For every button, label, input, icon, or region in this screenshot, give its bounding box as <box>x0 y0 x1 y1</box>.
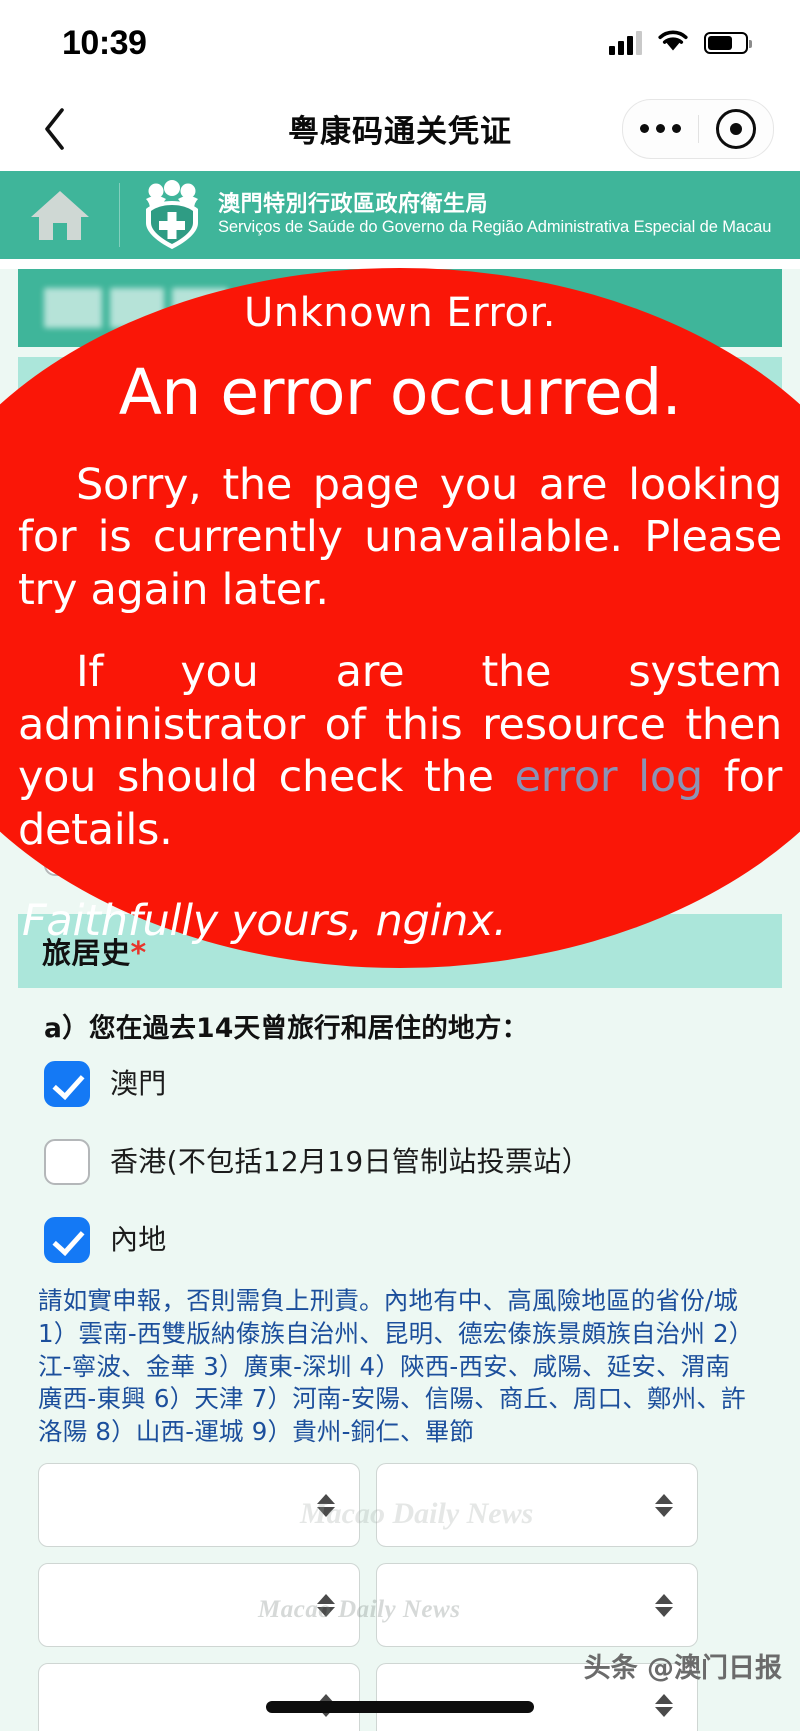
home-indicator[interactable] <box>266 1701 534 1713</box>
travel-question-wrap: a）您在過去14天曾旅行和居住的地方： <box>0 988 800 1045</box>
location-select-5[interactable] <box>38 1663 360 1731</box>
checkbox[interactable] <box>44 1217 90 1263</box>
location-select-6[interactable] <box>376 1663 698 1731</box>
contact-question: b) 您在過去14天曾接觸新型冠狀病毒肺炎確診病人？ <box>42 691 677 721</box>
target-circle-icon[interactable] <box>699 108 774 149</box>
wechat-capsule <box>622 98 774 159</box>
org-header: 澳門特別行政區政府衛生局 Serviços de Saúde do Govern… <box>0 171 800 259</box>
checkbox[interactable] <box>44 1139 90 1185</box>
location-select-1[interactable] <box>38 1463 360 1548</box>
travel-option-hongkong[interactable]: 香港(不包括12月19日管制站投票站） <box>0 1123 800 1201</box>
checkbox[interactable] <box>44 1061 90 1107</box>
chevron-updown-icon <box>655 1493 673 1517</box>
location-select-4[interactable] <box>376 1563 698 1648</box>
symptom-question: 您今天是否出現以下症狀? <box>42 377 384 411</box>
org-name: 澳門特別行政區政府衛生局 Serviços de Saúde do Govern… <box>218 193 771 236</box>
contact-option-yes[interactable]: 是 <box>0 736 800 814</box>
symptom-option-label: 發燒 <box>110 451 163 481</box>
checkbox[interactable] <box>44 521 90 567</box>
contact-option-no[interactable]: 否 <box>0 814 800 892</box>
location-select-3[interactable] <box>38 1563 360 1648</box>
travel-option-label: 香港(不包括12月19日管制站投票站） <box>110 1145 590 1178</box>
symptom-option-fever[interactable]: 發燒 <box>0 427 800 505</box>
checkbox[interactable] <box>44 830 90 876</box>
contact-option-label: 是 <box>110 758 139 791</box>
notice-line: 洛陽 8）山西-運城 9）貴州-銅仁、畢節 <box>38 1417 475 1447</box>
travel-history-band: 旅居史* <box>18 914 782 988</box>
contact-question-band: b) 您在過去14天曾接觸新型冠狀病毒肺炎確診病人？ <box>18 671 782 736</box>
org-name-zh: 澳門特別行政區政府衛生局 <box>218 192 489 218</box>
contact-option-label: 否 <box>110 836 139 869</box>
notice-line: 1）雲南-西雙版納傣族自治州、昆明、德宏傣族景頗族自治州 2） <box>38 1318 754 1348</box>
status-icons <box>609 28 752 58</box>
home-icon <box>31 191 89 240</box>
status-bar: 10:39 <box>0 0 800 86</box>
chevron-updown-icon <box>655 1693 673 1717</box>
travel-question: a）您在過去14天曾旅行和居住的地方： <box>44 1013 529 1044</box>
battery-icon <box>704 32 752 54</box>
checkbox[interactable] <box>44 443 90 489</box>
travel-option-macau[interactable]: 澳門 <box>0 1045 800 1123</box>
travel-history-title-text: 旅居史 <box>42 936 131 970</box>
home-button[interactable] <box>0 171 120 259</box>
location-select-grid <box>0 1449 800 1731</box>
chevron-updown-icon <box>317 1593 335 1617</box>
checkbox[interactable] <box>44 599 90 645</box>
travel-option-mainland[interactable]: 內地 <box>0 1201 800 1279</box>
chevron-updown-icon <box>317 1493 335 1517</box>
org-name-pt: Serviços de Saúde do Governo da Região A… <box>218 218 772 237</box>
risk-area-notice: 請如實申報，否則需負上刑責。內地有中、高風險地區的省份/城 1）雲南-西雙版納傣… <box>0 1279 800 1449</box>
notice-line: 江-寧波、金華 3）廣東-深圳 4）陝西-西安、咸陽、延安、渭南 <box>38 1351 731 1381</box>
symptom-option-none[interactable]: 沒有以上症狀 <box>0 583 800 661</box>
health-services-shield-icon <box>140 179 204 251</box>
symptom-option-label: 咳嗽、流鼻水、咽喉痛、呼吸困難或其他呼吸道症狀 <box>110 529 715 559</box>
checkbox[interactable] <box>44 752 90 798</box>
travel-history-title: 旅居史* <box>42 930 758 972</box>
nav-bar: 粤康码通关凭证 <box>0 86 800 171</box>
required-asterisk: * <box>130 936 147 971</box>
cellular-signal-icon <box>609 31 642 55</box>
travel-option-label: 澳門 <box>110 1067 167 1100</box>
location-select-2[interactable] <box>376 1463 698 1548</box>
symptom-option-respiratory[interactable]: 咳嗽、流鼻水、咽喉痛、呼吸困難或其他呼吸道症狀 <box>0 505 800 583</box>
chevron-updown-icon <box>655 1593 673 1617</box>
more-dots-icon[interactable] <box>623 124 698 133</box>
travel-option-label: 內地 <box>110 1223 167 1256</box>
symptom-question-band: 您今天是否出現以下症狀? <box>18 357 782 427</box>
back-button[interactable] <box>28 107 82 151</box>
phone-screen: 10:39 粤康码通关凭证 澳門特別行政區政府衛生局 Serviços de S… <box>0 0 800 1731</box>
form-body: 您今天是否出現以下症狀? 發燒 咳嗽、流鼻水、咽喉痛、呼吸困難或其他呼吸道症狀 … <box>0 269 800 1731</box>
notice-line: 請如實申報，否則需負上刑責。內地有中、高風險地區的省份/城 <box>38 1286 739 1315</box>
status-time: 10:39 <box>62 23 147 62</box>
notice-line: 廣西-東興 6）天津 7）河南-安陽、信陽、商丘、周口、鄭州、許 <box>38 1384 746 1414</box>
redacted-name <box>44 288 228 328</box>
symptom-option-label: 沒有以上症狀 <box>110 607 268 637</box>
user-name-bar <box>18 269 782 347</box>
wifi-icon <box>656 28 690 58</box>
